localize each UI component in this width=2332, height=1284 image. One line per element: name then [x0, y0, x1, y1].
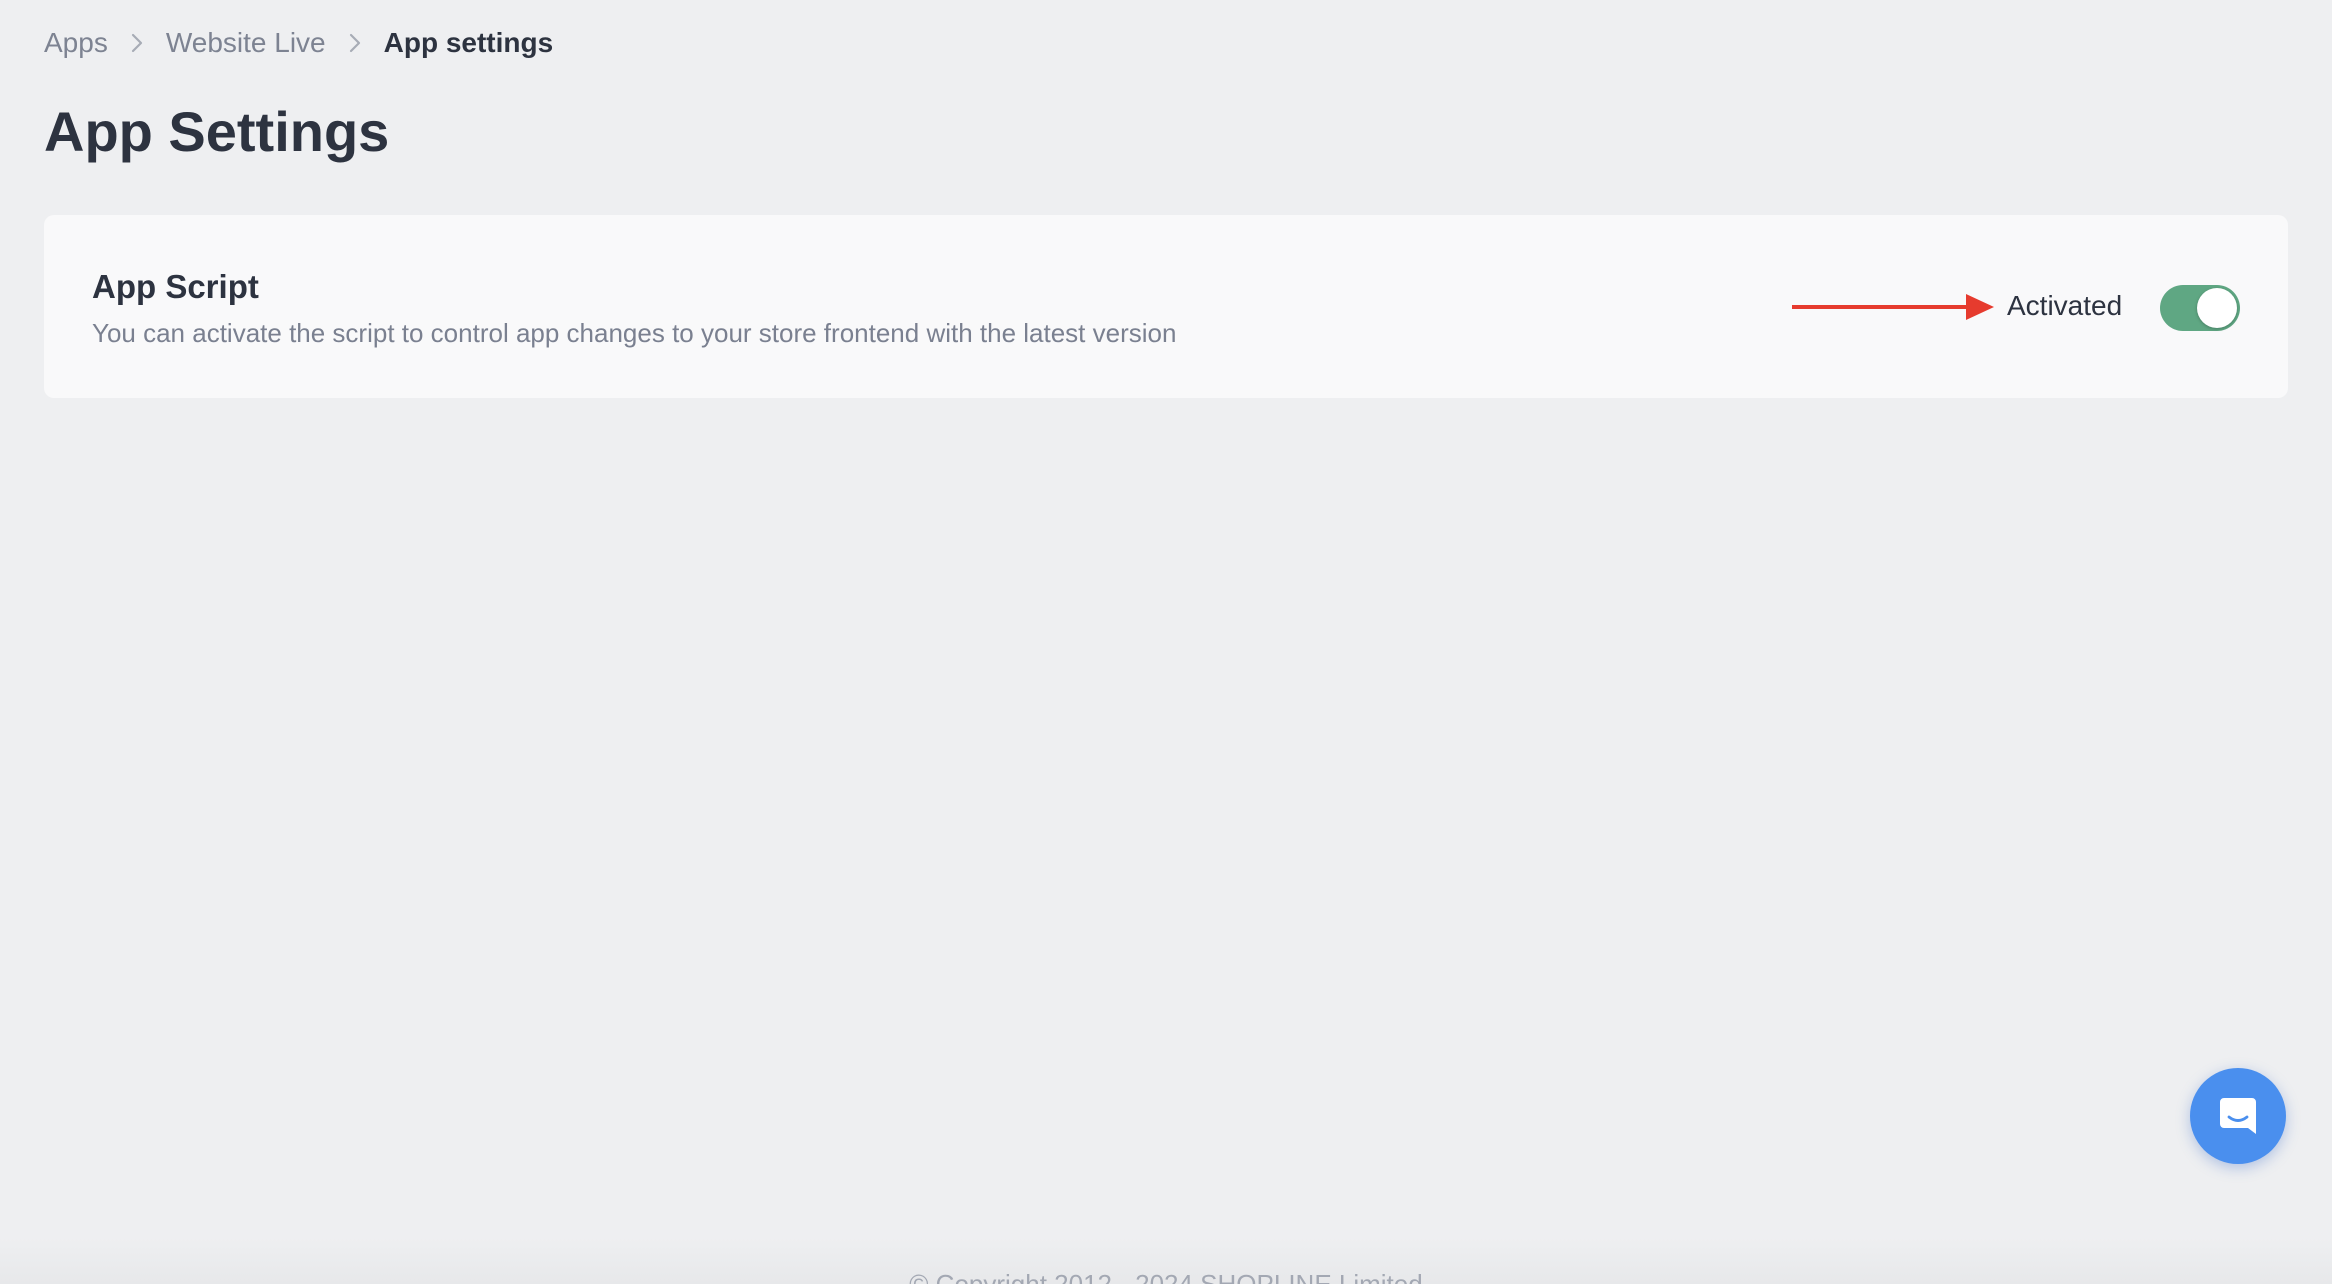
status-label: Activated [2007, 290, 2123, 321]
app-script-card: App Script You can activate the script t… [44, 215, 2288, 398]
chevron-right-icon [108, 22, 166, 64]
chevron-right-icon [326, 22, 384, 64]
chat-bubble-icon [2220, 1098, 2256, 1134]
toggle-knob [2197, 288, 2237, 328]
annotation-arrow-icon [1792, 294, 1994, 320]
footer-copyright: © Copyright 2012 - 2024 SHOPLINE Limited [909, 1269, 1423, 1284]
breadcrumb-current: App settings [383, 27, 554, 58]
breadcrumb-item-website-live[interactable]: Website Live [166, 27, 326, 59]
page-title: App Settings [44, 100, 390, 163]
app-script-toggle[interactable] [2160, 285, 2240, 331]
breadcrumb-item-apps[interactable]: Apps [44, 27, 108, 59]
breadcrumb: Apps Website Live App settings [44, 22, 553, 64]
app-script-description: You can activate the script to control a… [92, 318, 1177, 348]
chat-button[interactable] [2190, 1068, 2286, 1164]
app-script-title: App Script [92, 268, 259, 305]
